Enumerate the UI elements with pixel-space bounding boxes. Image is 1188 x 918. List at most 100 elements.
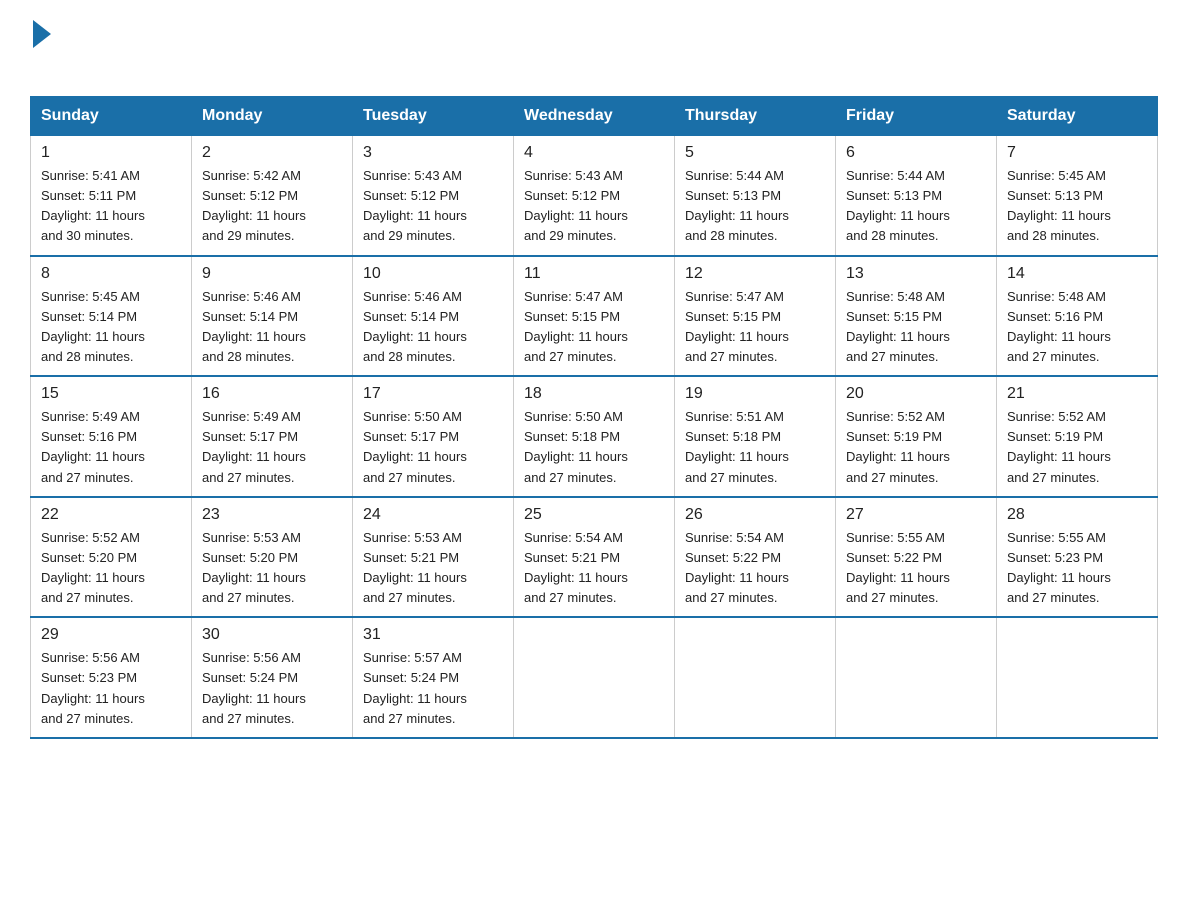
day-info: Sunrise: 5:47 AM Sunset: 5:15 PM Dayligh… — [685, 287, 825, 368]
day-info: Sunrise: 5:51 AM Sunset: 5:18 PM Dayligh… — [685, 407, 825, 488]
calendar-cell: 5 Sunrise: 5:44 AM Sunset: 5:13 PM Dayli… — [675, 136, 836, 256]
day-info: Sunrise: 5:50 AM Sunset: 5:17 PM Dayligh… — [363, 407, 503, 488]
day-number: 23 — [202, 506, 342, 524]
day-info: Sunrise: 5:44 AM Sunset: 5:13 PM Dayligh… — [685, 166, 825, 247]
calendar-cell: 27 Sunrise: 5:55 AM Sunset: 5:22 PM Dayl… — [836, 497, 997, 618]
calendar-cell: 6 Sunrise: 5:44 AM Sunset: 5:13 PM Dayli… — [836, 136, 997, 256]
calendar-cell — [675, 617, 836, 738]
calendar-cell: 29 Sunrise: 5:56 AM Sunset: 5:23 PM Dayl… — [31, 617, 192, 738]
calendar-week-row: 29 Sunrise: 5:56 AM Sunset: 5:23 PM Dayl… — [31, 617, 1158, 738]
calendar-cell: 28 Sunrise: 5:55 AM Sunset: 5:23 PM Dayl… — [997, 497, 1158, 618]
calendar-cell: 13 Sunrise: 5:48 AM Sunset: 5:15 PM Dayl… — [836, 256, 997, 377]
day-number: 4 — [524, 144, 664, 162]
day-number: 14 — [1007, 265, 1147, 283]
calendar-cell: 30 Sunrise: 5:56 AM Sunset: 5:24 PM Dayl… — [192, 617, 353, 738]
logo — [30, 20, 51, 78]
day-number: 3 — [363, 144, 503, 162]
day-number: 29 — [41, 626, 181, 644]
day-info: Sunrise: 5:53 AM Sunset: 5:21 PM Dayligh… — [363, 528, 503, 609]
logo-arrow-icon — [33, 20, 51, 48]
day-info: Sunrise: 5:56 AM Sunset: 5:24 PM Dayligh… — [202, 648, 342, 729]
calendar-cell: 22 Sunrise: 5:52 AM Sunset: 5:20 PM Dayl… — [31, 497, 192, 618]
day-info: Sunrise: 5:54 AM Sunset: 5:22 PM Dayligh… — [685, 528, 825, 609]
day-number: 30 — [202, 626, 342, 644]
calendar-cell — [836, 617, 997, 738]
calendar-cell: 8 Sunrise: 5:45 AM Sunset: 5:14 PM Dayli… — [31, 256, 192, 377]
calendar-cell: 14 Sunrise: 5:48 AM Sunset: 5:16 PM Dayl… — [997, 256, 1158, 377]
day-info: Sunrise: 5:41 AM Sunset: 5:11 PM Dayligh… — [41, 166, 181, 247]
weekday-header-wednesday: Wednesday — [514, 97, 675, 136]
day-number: 27 — [846, 506, 986, 524]
calendar-cell: 9 Sunrise: 5:46 AM Sunset: 5:14 PM Dayli… — [192, 256, 353, 377]
day-info: Sunrise: 5:48 AM Sunset: 5:15 PM Dayligh… — [846, 287, 986, 368]
day-info: Sunrise: 5:42 AM Sunset: 5:12 PM Dayligh… — [202, 166, 342, 247]
day-number: 31 — [363, 626, 503, 644]
weekday-header-sunday: Sunday — [31, 97, 192, 136]
day-info: Sunrise: 5:46 AM Sunset: 5:14 PM Dayligh… — [363, 287, 503, 368]
day-number: 15 — [41, 385, 181, 403]
day-info: Sunrise: 5:49 AM Sunset: 5:17 PM Dayligh… — [202, 407, 342, 488]
day-number: 28 — [1007, 506, 1147, 524]
calendar-cell: 3 Sunrise: 5:43 AM Sunset: 5:12 PM Dayli… — [353, 136, 514, 256]
calendar-cell: 10 Sunrise: 5:46 AM Sunset: 5:14 PM Dayl… — [353, 256, 514, 377]
calendar-week-row: 1 Sunrise: 5:41 AM Sunset: 5:11 PM Dayli… — [31, 136, 1158, 256]
calendar-cell: 15 Sunrise: 5:49 AM Sunset: 5:16 PM Dayl… — [31, 376, 192, 497]
day-info: Sunrise: 5:43 AM Sunset: 5:12 PM Dayligh… — [363, 166, 503, 247]
day-number: 26 — [685, 506, 825, 524]
day-number: 2 — [202, 144, 342, 162]
day-info: Sunrise: 5:45 AM Sunset: 5:14 PM Dayligh… — [41, 287, 181, 368]
day-number: 8 — [41, 265, 181, 283]
calendar-cell: 4 Sunrise: 5:43 AM Sunset: 5:12 PM Dayli… — [514, 136, 675, 256]
calendar-week-row: 8 Sunrise: 5:45 AM Sunset: 5:14 PM Dayli… — [31, 256, 1158, 377]
page-header — [30, 20, 1158, 78]
day-number: 10 — [363, 265, 503, 283]
day-number: 22 — [41, 506, 181, 524]
day-number: 1 — [41, 144, 181, 162]
weekday-header-row: SundayMondayTuesdayWednesdayThursdayFrid… — [31, 97, 1158, 136]
calendar-cell: 20 Sunrise: 5:52 AM Sunset: 5:19 PM Dayl… — [836, 376, 997, 497]
day-info: Sunrise: 5:55 AM Sunset: 5:22 PM Dayligh… — [846, 528, 986, 609]
day-info: Sunrise: 5:46 AM Sunset: 5:14 PM Dayligh… — [202, 287, 342, 368]
day-number: 24 — [363, 506, 503, 524]
day-info: Sunrise: 5:49 AM Sunset: 5:16 PM Dayligh… — [41, 407, 181, 488]
day-number: 5 — [685, 144, 825, 162]
calendar-cell: 19 Sunrise: 5:51 AM Sunset: 5:18 PM Dayl… — [675, 376, 836, 497]
calendar-cell: 21 Sunrise: 5:52 AM Sunset: 5:19 PM Dayl… — [997, 376, 1158, 497]
calendar-cell: 17 Sunrise: 5:50 AM Sunset: 5:17 PM Dayl… — [353, 376, 514, 497]
day-number: 21 — [1007, 385, 1147, 403]
calendar-cell: 16 Sunrise: 5:49 AM Sunset: 5:17 PM Dayl… — [192, 376, 353, 497]
weekday-header-tuesday: Tuesday — [353, 97, 514, 136]
day-info: Sunrise: 5:47 AM Sunset: 5:15 PM Dayligh… — [524, 287, 664, 368]
day-number: 25 — [524, 506, 664, 524]
day-info: Sunrise: 5:52 AM Sunset: 5:19 PM Dayligh… — [1007, 407, 1147, 488]
day-info: Sunrise: 5:54 AM Sunset: 5:21 PM Dayligh… — [524, 528, 664, 609]
day-info: Sunrise: 5:43 AM Sunset: 5:12 PM Dayligh… — [524, 166, 664, 247]
day-number: 19 — [685, 385, 825, 403]
day-info: Sunrise: 5:44 AM Sunset: 5:13 PM Dayligh… — [846, 166, 986, 247]
day-info: Sunrise: 5:52 AM Sunset: 5:19 PM Dayligh… — [846, 407, 986, 488]
day-number: 18 — [524, 385, 664, 403]
calendar-cell — [997, 617, 1158, 738]
calendar-week-row: 15 Sunrise: 5:49 AM Sunset: 5:16 PM Dayl… — [31, 376, 1158, 497]
day-number: 9 — [202, 265, 342, 283]
weekday-header-saturday: Saturday — [997, 97, 1158, 136]
calendar-week-row: 22 Sunrise: 5:52 AM Sunset: 5:20 PM Dayl… — [31, 497, 1158, 618]
weekday-header-friday: Friday — [836, 97, 997, 136]
calendar-cell: 11 Sunrise: 5:47 AM Sunset: 5:15 PM Dayl… — [514, 256, 675, 377]
calendar-cell: 12 Sunrise: 5:47 AM Sunset: 5:15 PM Dayl… — [675, 256, 836, 377]
calendar-cell: 26 Sunrise: 5:54 AM Sunset: 5:22 PM Dayl… — [675, 497, 836, 618]
day-number: 17 — [363, 385, 503, 403]
calendar-cell: 24 Sunrise: 5:53 AM Sunset: 5:21 PM Dayl… — [353, 497, 514, 618]
day-number: 13 — [846, 265, 986, 283]
calendar-cell: 23 Sunrise: 5:53 AM Sunset: 5:20 PM Dayl… — [192, 497, 353, 618]
day-info: Sunrise: 5:50 AM Sunset: 5:18 PM Dayligh… — [524, 407, 664, 488]
calendar-cell: 18 Sunrise: 5:50 AM Sunset: 5:18 PM Dayl… — [514, 376, 675, 497]
weekday-header-thursday: Thursday — [675, 97, 836, 136]
day-info: Sunrise: 5:48 AM Sunset: 5:16 PM Dayligh… — [1007, 287, 1147, 368]
calendar-cell: 1 Sunrise: 5:41 AM Sunset: 5:11 PM Dayli… — [31, 136, 192, 256]
calendar-cell: 7 Sunrise: 5:45 AM Sunset: 5:13 PM Dayli… — [997, 136, 1158, 256]
day-info: Sunrise: 5:57 AM Sunset: 5:24 PM Dayligh… — [363, 648, 503, 729]
day-number: 12 — [685, 265, 825, 283]
day-number: 7 — [1007, 144, 1147, 162]
calendar-table: SundayMondayTuesdayWednesdayThursdayFrid… — [30, 96, 1158, 739]
